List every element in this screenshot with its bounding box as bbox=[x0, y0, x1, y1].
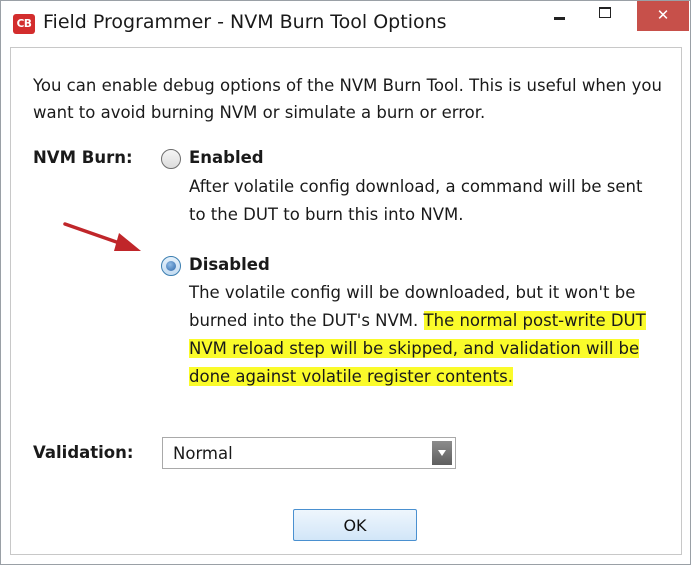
cb-app-icon: CB bbox=[13, 14, 35, 34]
radio-enabled[interactable] bbox=[161, 149, 181, 169]
maximize-button[interactable] bbox=[587, 1, 625, 31]
ok-button[interactable]: OK bbox=[293, 509, 417, 541]
validation-select[interactable]: Normal bbox=[162, 437, 456, 469]
dialog-content: You can enable debug options of the NVM … bbox=[10, 47, 682, 555]
chevron-down-icon[interactable] bbox=[432, 441, 452, 465]
title-bar: CB Field Programmer - NVM Burn Tool Opti… bbox=[1, 1, 690, 47]
close-icon: ✕ bbox=[656, 6, 670, 24]
nvm-burn-label: NVM Burn: bbox=[33, 148, 133, 167]
dialog-window: CB Field Programmer - NVM Burn Tool Opti… bbox=[0, 0, 691, 565]
radio-disabled[interactable] bbox=[161, 256, 181, 276]
option-disabled-label[interactable]: Disabled bbox=[189, 255, 270, 274]
validation-selected-value: Normal bbox=[173, 444, 233, 463]
validation-label: Validation: bbox=[33, 443, 134, 462]
red-arrow-icon bbox=[63, 222, 141, 251]
option-disabled-description: The volatile config will be downloaded, … bbox=[189, 279, 667, 391]
radio-selected-dot bbox=[166, 261, 176, 271]
option-enabled-label[interactable]: Enabled bbox=[189, 148, 264, 167]
intro-text: You can enable debug options of the NVM … bbox=[33, 76, 662, 122]
window-title: Field Programmer - NVM Burn Tool Options bbox=[43, 11, 447, 33]
minimize-button[interactable] bbox=[541, 1, 579, 31]
option-enabled-description: After volatile config download, a comman… bbox=[189, 177, 643, 224]
close-button[interactable]: ✕ bbox=[637, 1, 689, 31]
